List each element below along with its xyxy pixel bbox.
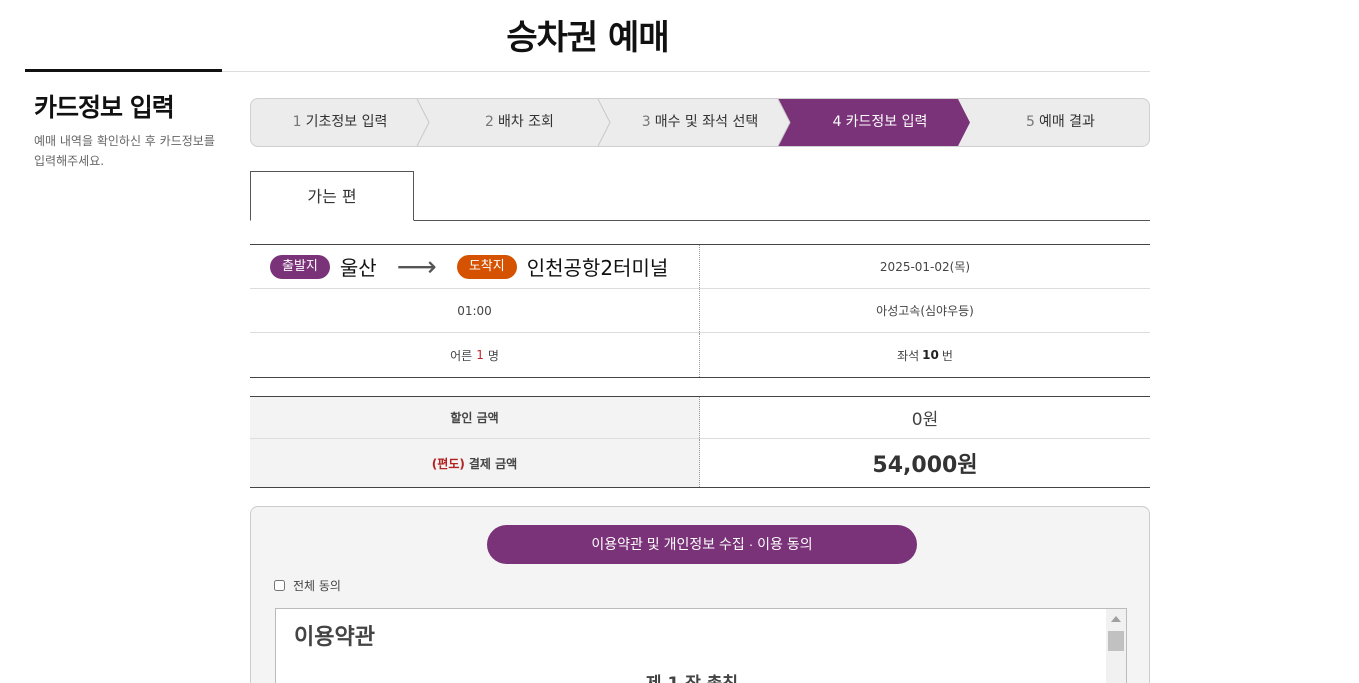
- agree-all-option[interactable]: 전체 동의: [274, 577, 341, 594]
- agree-all-label: 전체 동의: [293, 579, 341, 593]
- payment-label: 결제 금액: [468, 456, 518, 471]
- passenger-count: 어른 1 명: [250, 333, 700, 377]
- table-row: 어른 1 명 좌석 10 번: [250, 333, 1150, 377]
- step-1: 1 기초정보 입력: [251, 99, 429, 146]
- terms-content-box[interactable]: 이용약관 - 제 1 장 총칙 -: [275, 608, 1127, 683]
- table-row: 01:00 아성고속(심야우등): [250, 289, 1150, 333]
- arrow-right-icon: ⟶: [396, 249, 437, 283]
- terms-scrollbar[interactable]: [1106, 609, 1126, 683]
- seat-number: 10: [922, 348, 939, 362]
- terms-chapter-title: - 제 1 장 총칙 -: [276, 669, 1108, 683]
- discount-label: 할인 금액: [250, 397, 700, 438]
- discount-value-cell: 0원: [700, 397, 1150, 438]
- departure-time: 01:00: [250, 289, 700, 332]
- step-4-active: 4 카드정보 입력: [790, 99, 970, 146]
- table-row: (편도) 결제 금액 54,000원: [250, 439, 1150, 487]
- payment-amount: 54,000원: [872, 453, 978, 478]
- tab-outbound[interactable]: 가는 편: [250, 171, 414, 221]
- departure-badge: 출발지: [270, 254, 330, 279]
- departure-date: 2025-01-02(목): [879, 260, 971, 274]
- seat-info: 좌석 10 번: [700, 333, 1150, 377]
- step-number: 4: [832, 114, 842, 130]
- step-label: 배차 조회: [497, 114, 554, 130]
- scroll-thumb[interactable]: [1108, 631, 1124, 651]
- route-cell: 출발지 울산 ⟶ 도착지 인천공항2터미널: [250, 245, 700, 288]
- scroll-up-arrow-icon[interactable]: [1111, 616, 1121, 622]
- title-divider-accent: [25, 69, 222, 72]
- step-5: 5 예매 결과: [970, 99, 1149, 146]
- seat-label: 좌석: [897, 348, 920, 363]
- departure-city: 울산: [339, 256, 377, 280]
- one-way-tag: (편도): [431, 456, 465, 471]
- passenger-unit: 명: [487, 348, 499, 363]
- step-label: 예매 결과: [1038, 114, 1095, 130]
- arrival-city: 인천공항2터미널: [526, 256, 669, 280]
- progress-stepper: 1 기초정보 입력 2 배차 조회 3 매수 및 좌석 선택 4 카드정보 입력 5 예매…: [250, 98, 1150, 147]
- table-row: 출발지 울산 ⟶ 도착지 인천공항2터미널 2025-01-02(목): [250, 245, 1150, 289]
- arrival-badge: 도착지: [456, 254, 517, 279]
- trip-info-table: 출발지 울산 ⟶ 도착지 인천공항2터미널 2025-01-02(목) 01:0…: [250, 244, 1150, 378]
- passenger-number: 1: [476, 348, 484, 362]
- step-2: 2 배차 조회: [429, 99, 610, 146]
- passenger-type: 어른: [450, 348, 473, 363]
- step-label: 기초정보 입력: [305, 114, 388, 130]
- terms-agreement-button[interactable]: 이용약관 및 개인정보 수집 · 이용 동의: [487, 525, 917, 564]
- step-label: 매수 및 좌석 선택: [654, 114, 759, 130]
- step-number: 2: [485, 114, 494, 130]
- discount-value: 0원: [911, 410, 939, 430]
- agree-all-checkbox[interactable]: [274, 580, 285, 591]
- payment-label-cell: (편도) 결제 금액: [250, 439, 700, 487]
- step-number: 1: [292, 114, 302, 130]
- step-label: 카드정보 입력: [845, 114, 928, 130]
- page-title: 승차권 예매: [506, 18, 669, 58]
- step-number: 3: [641, 114, 651, 130]
- seat-unit: 번: [941, 348, 953, 363]
- price-table: 할인 금액 0원 (편도) 결제 금액 54,000원: [250, 396, 1150, 488]
- terms-panel: 이용약관 및 개인정보 수집 · 이용 동의 전체 동의 이용약관 - 제 1 …: [250, 506, 1150, 683]
- terms-heading: 이용약관: [294, 625, 375, 650]
- step-3: 3 매수 및 좌석 선택: [610, 99, 790, 146]
- bus-company-class: 아성고속(심야우등): [876, 304, 974, 318]
- payment-value-cell: 54,000원: [700, 439, 1150, 487]
- table-row: 할인 금액 0원: [250, 397, 1150, 439]
- section-description: 예매 내역을 확인하신 후 카드정보를 입력해주세요.: [34, 134, 215, 168]
- step-number: 5: [1026, 114, 1035, 130]
- section-heading: 카드정보 입력: [34, 93, 175, 122]
